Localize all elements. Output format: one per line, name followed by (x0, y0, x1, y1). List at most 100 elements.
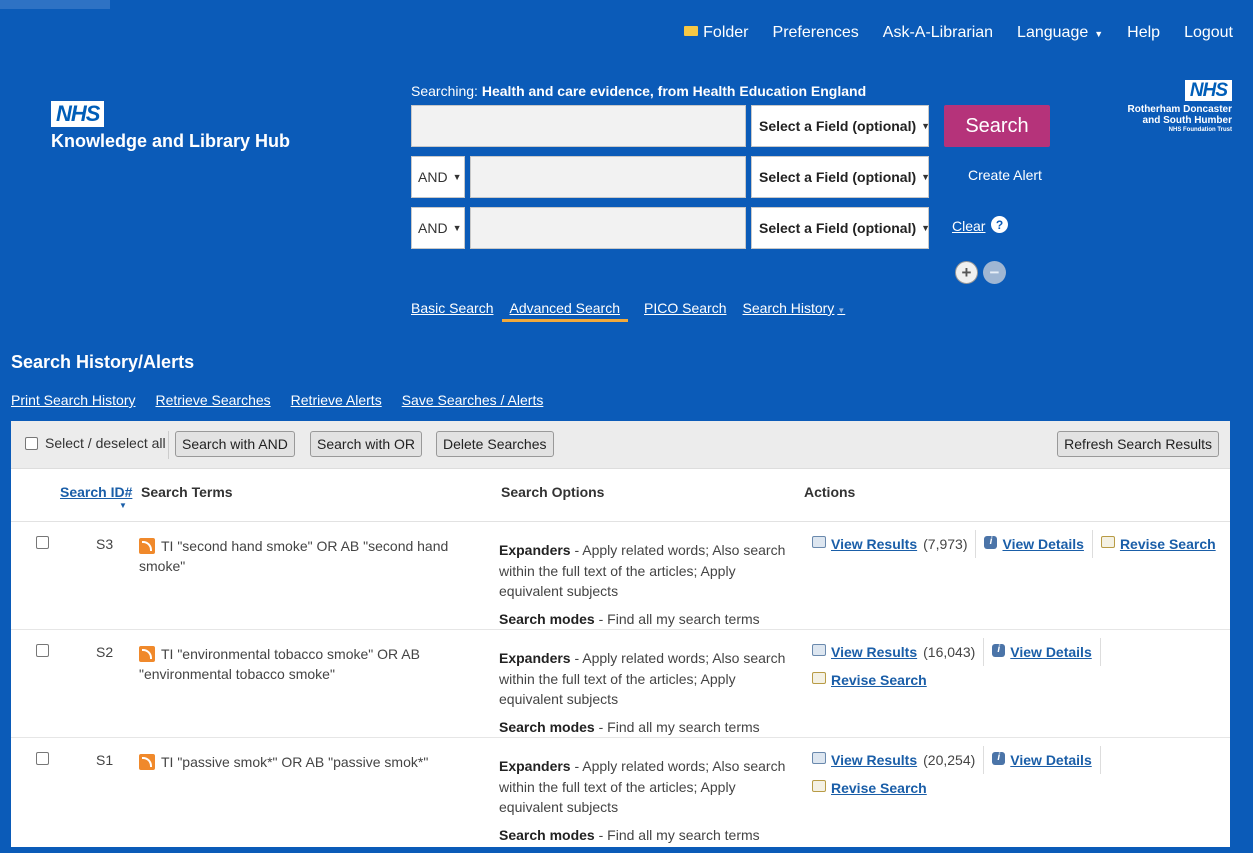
view-results-icon (812, 536, 826, 548)
history-toolbar: Select / deselect all Search with AND Se… (11, 421, 1230, 469)
search-with-or-button[interactable]: Search with OR (310, 431, 423, 457)
delete-searches-button[interactable]: Delete Searches (436, 431, 554, 457)
view-results-link[interactable]: View Results (831, 536, 917, 552)
revise-search-link[interactable]: Revise Search (831, 780, 927, 796)
search-terms: TI "environmental tobacco smoke" OR AB "… (139, 646, 420, 682)
search-options: Expanders - Apply related words; Also se… (499, 758, 786, 843)
row-actions: View Results (7,973) i View Details Revise… (812, 530, 1230, 558)
revise-search-link[interactable]: Revise Search (831, 672, 927, 688)
info-icon: i (992, 643, 1006, 657)
divider (983, 638, 985, 666)
language-dropdown[interactable]: Language ▼ (1017, 24, 1103, 42)
search-id: S1 (96, 752, 114, 768)
result-count: (20,254) (923, 752, 976, 768)
revise-search-link[interactable]: Revise Search (1120, 536, 1216, 552)
search-row-1: Select a Field (optional) ▼ (411, 105, 930, 147)
view-details-link[interactable]: View Details (1010, 644, 1091, 660)
col-actions: Actions (804, 484, 856, 500)
divider (168, 431, 169, 459)
bool-select-3[interactable]: AND ▼ (411, 207, 465, 249)
field-select-3[interactable]: Select a Field (optional) ▼ (751, 207, 931, 249)
caret-down-icon: ▼ (1094, 29, 1104, 39)
rss-icon[interactable] (139, 538, 155, 554)
search-terms: TI "passive smok*" OR AB "passive smok*" (139, 752, 459, 772)
nhs-logo-small: NHS (1184, 80, 1232, 101)
remove-row-icon[interactable]: − (983, 261, 1006, 284)
table-header: Search ID# ▼ Search Terms Search Options… (11, 469, 1230, 522)
pico-search-link[interactable]: PICO Search (644, 300, 726, 322)
trust-name-line3: NHS Foundation Trust (1168, 127, 1232, 133)
edit-icon (812, 780, 826, 792)
history-panel: Select / deselect all Search with AND Se… (11, 421, 1230, 847)
top-nav: Folder Preferences Ask-A-Librarian Langu… (684, 24, 1233, 42)
top-strip (0, 0, 110, 9)
searching-database: Health and care evidence, from Health Ed… (481, 83, 867, 99)
result-count: (16,043) (923, 644, 976, 660)
table-row: S2 TI "environmental tobacco smoke" OR A… (11, 630, 1230, 738)
help-link[interactable]: Help (1127, 24, 1160, 42)
col-search-terms: Search Terms (141, 484, 233, 500)
retrieve-searches-link[interactable]: Retrieve Searches (155, 392, 270, 408)
folder-icon (684, 26, 699, 36)
info-icon: i (984, 535, 998, 549)
search-input-3[interactable] (470, 207, 746, 249)
logout-link[interactable]: Logout (1184, 24, 1233, 42)
field-select-2[interactable]: Select a Field (optional) ▼ (751, 156, 931, 198)
caret-down-icon: ▼ (452, 223, 462, 233)
search-with-and-button[interactable]: Search with AND (175, 431, 295, 457)
row-checkbox[interactable] (36, 536, 49, 549)
sort-search-id[interactable]: Search ID# (60, 484, 132, 500)
edit-icon (1100, 536, 1115, 548)
save-searches-link[interactable]: Save Searches / Alerts (402, 392, 544, 408)
caret-down-icon: ▼ (921, 223, 931, 233)
print-history-link[interactable]: Print Search History (11, 392, 135, 408)
search-button[interactable]: Search (944, 105, 1050, 147)
hub-logo[interactable]: NHS Knowledge and Library Hub (51, 101, 290, 152)
search-input-1[interactable] (411, 105, 746, 147)
nhs-logo: NHS (51, 101, 105, 127)
divider (1099, 746, 1101, 774)
search-row-2: AND ▼ Select a Field (optional) ▼ (411, 156, 931, 198)
search-input-2[interactable] (470, 156, 746, 198)
select-all-checkbox[interactable]: Select / deselect all (25, 435, 166, 451)
edit-icon (812, 672, 826, 684)
add-row-icon[interactable]: + (955, 261, 978, 284)
view-results-link[interactable]: View Results (831, 644, 917, 660)
search-terms: TI "second hand smoke" OR AB "second han… (139, 538, 449, 574)
clear-link[interactable]: Clear (952, 218, 985, 234)
page-title: Search History/Alerts (11, 352, 195, 372)
folder-link[interactable]: Folder (684, 24, 749, 42)
preferences-link[interactable]: Preferences (773, 24, 859, 42)
search-id: S3 (96, 536, 114, 552)
table-row: S3 TI "second hand smoke" OR AB "second … (11, 522, 1230, 630)
divider (1091, 530, 1093, 558)
ask-librarian-link[interactable]: Ask-A-Librarian (883, 24, 993, 42)
field-select-1[interactable]: Select a Field (optional) ▼ (751, 105, 930, 147)
search-history-link[interactable]: Search History ▼ (743, 300, 846, 322)
rss-icon[interactable] (139, 646, 155, 662)
caret-down-icon: ▼ (921, 172, 931, 182)
divider (1099, 638, 1101, 666)
checkbox[interactable] (25, 436, 38, 450)
trust-name-line2: and South Humber (1142, 115, 1232, 126)
search-row-3: AND ▼ Select a Field (optional) ▼ (411, 207, 931, 249)
retrieve-alerts-link[interactable]: Retrieve Alerts (291, 392, 382, 408)
caret-down-icon: ▼ (837, 306, 846, 315)
view-details-link[interactable]: View Details (1002, 536, 1083, 552)
rss-icon[interactable] (139, 754, 155, 770)
basic-search-link[interactable]: Basic Search (411, 300, 493, 322)
row-checkbox[interactable] (36, 752, 49, 765)
bool-select-2[interactable]: AND ▼ (411, 156, 465, 198)
view-results-link[interactable]: View Results (831, 752, 917, 768)
search-options: Expanders - Apply related words; Also se… (499, 650, 786, 735)
row-checkbox[interactable] (36, 644, 49, 657)
create-alert-link[interactable]: Create Alert (968, 167, 1042, 183)
refresh-results-button[interactable]: Refresh Search Results (1057, 431, 1219, 457)
row-actions: View Results (16,043) i View Details Revis… (812, 638, 1230, 694)
trust-logo: NHS Rotherham Doncaster and South Humber… (1128, 80, 1232, 134)
trust-name-line1: Rotherham Doncaster (1127, 104, 1232, 115)
advanced-search-link[interactable]: Advanced Search (502, 300, 629, 322)
view-details-link[interactable]: View Details (1010, 752, 1091, 768)
help-icon[interactable]: ? (991, 216, 1008, 233)
view-results-icon (812, 752, 826, 764)
